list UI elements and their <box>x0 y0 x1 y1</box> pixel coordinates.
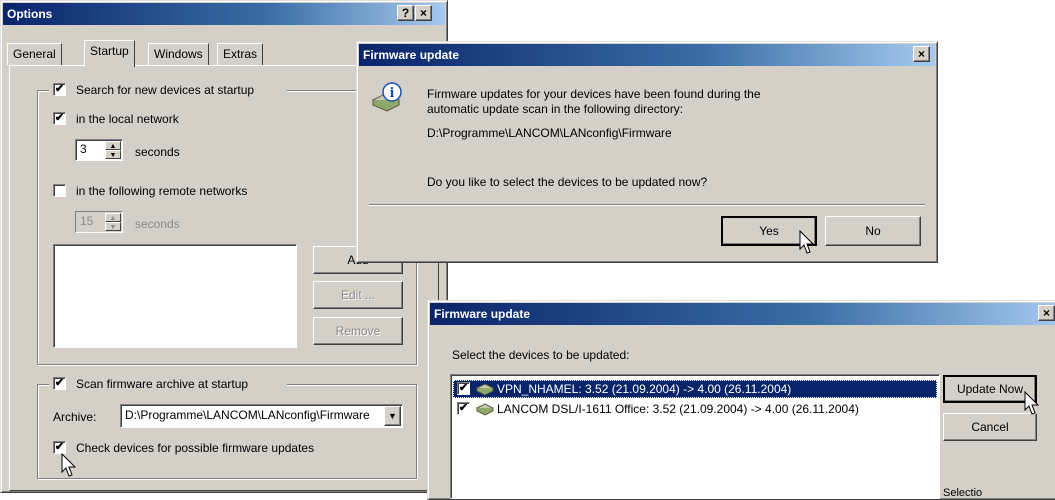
fw1-question: Do you like to select the devices to be … <box>427 175 708 189</box>
remote-networks-checkbox[interactable] <box>53 184 66 197</box>
mouse-cursor-icon <box>61 453 77 477</box>
device-label-1: VPN_NHAMEL: 3.52 (21.09.2004) -> 4.00 (2… <box>497 382 792 396</box>
fw1-message-line2: automatic update scan in the following d… <box>427 102 684 116</box>
remote-seconds-value: 15 <box>80 214 94 228</box>
fw2-title: Firmware update <box>434 307 531 321</box>
fw2-instruction: Select the devices to be updated: <box>452 348 630 362</box>
help-button[interactable]: ? <box>397 5 414 21</box>
device-icon <box>475 403 495 416</box>
tab-windows-label: Windows <box>154 47 203 61</box>
device-label-2: LANCOM DSL/I-1611 Office: 3.52 (21.09.20… <box>497 402 859 416</box>
cancel-button[interactable]: Cancel <box>943 413 1037 441</box>
device-icon <box>475 383 495 396</box>
update-now-button[interactable]: Update Now <box>943 375 1037 403</box>
info-icon: i <box>371 82 402 112</box>
search-devices-label-front: Search for new devices at startup <box>76 83 255 97</box>
svg-text:i: i <box>390 86 395 101</box>
fw1-title-bar: Firmware update <box>359 44 935 66</box>
tab-general-label: General <box>13 47 56 61</box>
tab-general[interactable]: General <box>7 43 62 65</box>
spin-down-icon-disabled: ▼ <box>105 222 121 231</box>
scan-archive-checkbox[interactable]: ✔ <box>53 377 66 390</box>
scan-archive-label: Scan firmware archive at startup <box>76 377 249 391</box>
device-row[interactable]: ✔ LANCOM DSL/I-1611 Office: 3.52 (21.09.… <box>453 400 937 418</box>
spin-up-icon-disabled: ▲ <box>105 213 121 222</box>
local-network-label: in the local network <box>76 112 179 126</box>
fw1-close-button[interactable]: × <box>913 46 930 62</box>
yes-label: Yes <box>759 224 779 238</box>
remove-button: Remove <box>313 317 403 345</box>
scan-archive-group <box>37 384 417 479</box>
close-button[interactable]: × <box>415 5 432 21</box>
update-now-label: Update Now <box>956 382 1024 396</box>
tab-startup-label: Startup <box>90 44 129 58</box>
fw2-title-bar: Firmware update <box>430 303 1055 325</box>
edit-button: Edit ... <box>313 281 403 309</box>
tab-startup[interactable]: Startup <box>84 40 135 67</box>
spin-up-icon[interactable]: ▲ <box>105 141 121 150</box>
device-row-selected[interactable]: ✔ VPN_NHAMEL: 3.52 (21.09.2004) -> 4.00 … <box>453 380 937 398</box>
local-seconds-unit: seconds <box>135 145 180 159</box>
remove-button-label: Remove <box>335 324 381 338</box>
mouse-cursor-icon <box>799 230 815 254</box>
no-button[interactable]: No <box>825 216 921 246</box>
options-title: Options <box>7 7 53 21</box>
firmware-found-dialog: Firmware update × i Firmware updates for… <box>356 41 938 263</box>
device-checkbox-1[interactable]: ✔ <box>457 382 470 395</box>
remote-networks-list[interactable] <box>53 244 297 348</box>
local-network-checkbox[interactable]: ✔ <box>53 112 66 125</box>
fw1-separator <box>369 204 925 206</box>
options-title-bar: Options <box>3 3 445 25</box>
remote-networks-label: in the following remote networks <box>76 184 248 198</box>
search-devices-checkbox-front[interactable]: ✔ <box>53 83 66 96</box>
fw2-close-button[interactable]: × <box>1038 305 1055 321</box>
edit-button-label: Edit ... <box>340 288 375 302</box>
mouse-cursor-icon <box>1024 391 1040 415</box>
check-devices-label: Check devices for possible firmware upda… <box>76 441 315 455</box>
archive-label: Archive: <box>53 410 97 424</box>
no-label: No <box>865 224 881 238</box>
spin-down-icon[interactable]: ▼ <box>105 150 121 159</box>
device-list[interactable]: ✔ VPN_NHAMEL: 3.52 (21.09.2004) -> 4.00 … <box>450 374 940 499</box>
remote-seconds-unit: seconds <box>135 217 180 231</box>
firmware-select-dialog: Firmware update × Select the devices to … <box>427 300 1055 500</box>
fw1-message-line1: Firmware updates for your devices have b… <box>427 87 761 101</box>
partial-label: Selectio <box>943 487 983 499</box>
cancel-label: Cancel <box>971 420 1009 434</box>
tab-extras-label: Extras <box>223 47 258 61</box>
fw1-title: Firmware update <box>363 48 460 62</box>
tab-windows[interactable]: Windows <box>148 43 209 65</box>
archive-value: D:\Programme\LANCOM\LANconfig\Firmware <box>125 408 370 422</box>
dropdown-arrow-icon[interactable]: ▼ <box>384 406 401 426</box>
tab-extras[interactable]: Extras <box>217 43 264 65</box>
fw1-path: D:\Programme\LANCOM\LANconfig\Firmware <box>427 126 672 140</box>
local-seconds-value: 3 <box>80 142 87 156</box>
device-checkbox-2[interactable]: ✔ <box>457 402 470 415</box>
archive-select[interactable]: D:\Programme\LANCOM\LANconfig\Firmware <box>120 404 403 428</box>
